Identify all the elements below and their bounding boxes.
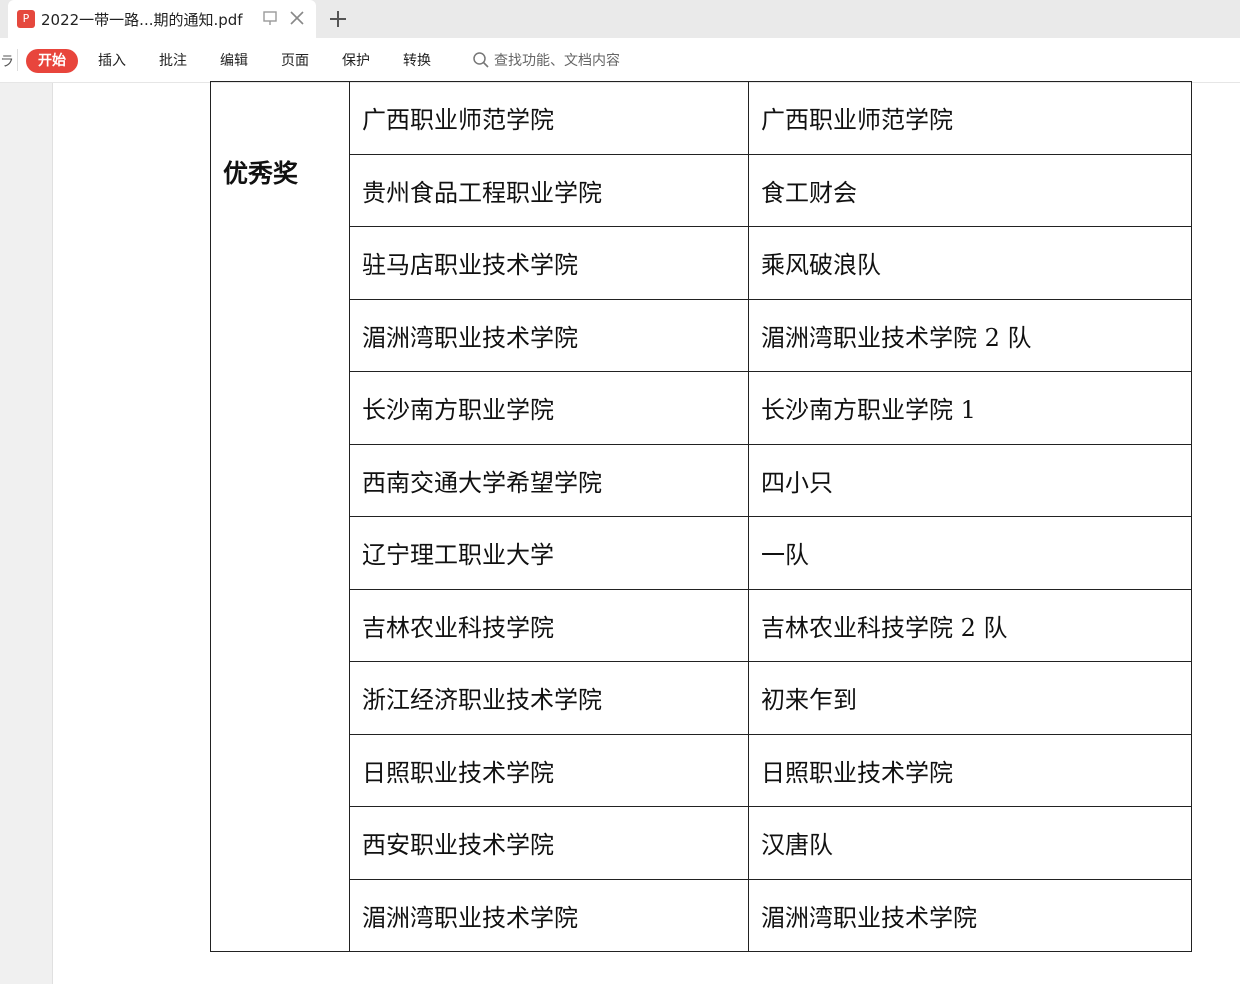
menu-start[interactable]: 开始	[26, 49, 78, 73]
table-row: 西安职业技术学院 汉唐队	[211, 806, 1192, 880]
school-cell: 浙江经济职业技术学院	[349, 661, 749, 735]
school-cell: 驻马店职业技术学院	[349, 226, 749, 300]
team-cell: 湄洲湾职业技术学院	[748, 878, 1192, 952]
toolbar-cut-item[interactable]: ラ	[0, 51, 14, 71]
school-cell: 日照职业技术学院	[349, 733, 749, 807]
side-panel	[0, 83, 53, 984]
team-cell: 四小只	[748, 443, 1192, 517]
menu-protect[interactable]: 保护	[342, 49, 370, 73]
school-cell: 西南交通大学希望学院	[349, 443, 749, 517]
team-cell: 长沙南方职业学院 1	[748, 371, 1192, 445]
team-cell: 吉林农业科技学院 2 队	[748, 588, 1192, 662]
school-cell: 湄洲湾职业技术学院	[349, 878, 749, 952]
team-cell: 一队	[748, 516, 1192, 590]
award-table: 优秀奖 广西职业师范学院 广西职业师范学院 贵州食品工程职业学院 食工财会 驻马…	[210, 81, 1192, 952]
school-cell: 湄洲湾职业技术学院	[349, 298, 749, 372]
table-row: 吉林农业科技学院 吉林农业科技学院 2 队	[211, 588, 1192, 662]
pdf-file-icon: P	[17, 10, 35, 28]
menu-edit[interactable]: 编辑	[220, 49, 248, 73]
award-category-cell: 优秀奖	[210, 81, 350, 952]
table-row: 辽宁理工职业大学 一队	[211, 516, 1192, 590]
ribbon-toolbar: ラ 开始 插入 批注 编辑 页面 保护 转换 查找功能、文档内容	[0, 38, 1240, 83]
close-icon[interactable]	[288, 9, 306, 27]
table-row: 驻马店职业技术学院 乘风破浪队	[211, 226, 1192, 300]
tab-bar: P 2022一带一路...期的通知.pdf	[0, 0, 1240, 38]
team-cell: 食工财会	[748, 153, 1192, 227]
plus-icon[interactable]	[326, 7, 350, 31]
table-row: 西南交通大学希望学院 四小只	[211, 443, 1192, 517]
school-cell: 贵州食品工程职业学院	[349, 153, 749, 227]
team-cell: 湄洲湾职业技术学院 2 队	[748, 298, 1192, 372]
table-row: 日照职业技术学院 日照职业技术学院	[211, 733, 1192, 807]
menu-annotate[interactable]: 批注	[159, 49, 187, 73]
menu-convert[interactable]: 转换	[403, 49, 431, 73]
team-cell: 日照职业技术学院	[748, 733, 1192, 807]
school-cell: 长沙南方职业学院	[349, 371, 749, 445]
school-cell: 辽宁理工职业大学	[349, 516, 749, 590]
pdf-page[interactable]: 优秀奖 广西职业师范学院 广西职业师范学院 贵州食品工程职业学院 食工财会 驻马…	[53, 81, 1240, 984]
menu-insert[interactable]: 插入	[98, 49, 126, 73]
document-tab[interactable]: P 2022一带一路...期的通知.pdf	[8, 0, 316, 38]
pin-icon[interactable]	[260, 8, 280, 28]
table-row: 贵州食品工程职业学院 食工财会	[211, 153, 1192, 227]
table-row: 浙江经济职业技术学院 初来乍到	[211, 661, 1192, 735]
tab-title: 2022一带一路...期的通知.pdf	[41, 11, 243, 29]
table-row: 湄洲湾职业技术学院 湄洲湾职业技术学院	[211, 878, 1192, 952]
team-cell: 乘风破浪队	[748, 226, 1192, 300]
table-row: 优秀奖 广西职业师范学院 广西职业师范学院	[210, 81, 1192, 952]
menu-page[interactable]: 页面	[281, 49, 309, 73]
school-cell: 西安职业技术学院	[349, 806, 749, 880]
search-icon[interactable]	[472, 51, 490, 69]
table-row: 湄洲湾职业技术学院 湄洲湾职业技术学院 2 队	[211, 298, 1192, 372]
team-cell: 初来乍到	[748, 661, 1192, 735]
school-cell: 吉林农业科技学院	[349, 588, 749, 662]
team-cell: 汉唐队	[748, 806, 1192, 880]
table-row: 长沙南方职业学院 长沙南方职业学院 1	[211, 371, 1192, 445]
toolbar-divider	[17, 49, 18, 71]
team-cell: 广西职业师范学院	[748, 81, 1192, 155]
school-cell: 广西职业师范学院	[349, 81, 749, 155]
search-input[interactable]: 查找功能、文档内容	[494, 49, 620, 73]
